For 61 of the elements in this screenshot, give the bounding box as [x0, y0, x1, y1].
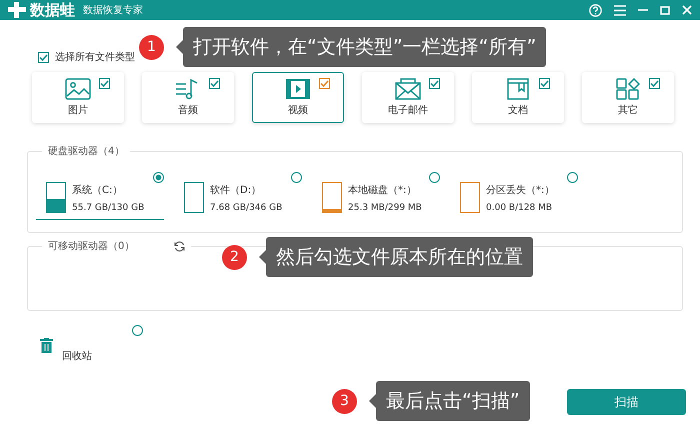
instruction-tooltip: 打开软件，在“文件类型”一栏选择“所有”: [183, 27, 546, 67]
step-number-badge: 2: [222, 244, 247, 270]
help-icon[interactable]: [589, 4, 602, 16]
recycle-bin-label: 回收站: [62, 350, 92, 363]
drive-size: 0.00 B/128 MB: [486, 203, 554, 213]
drive-size: 25.3 MB/299 MB: [348, 203, 422, 213]
book-icon: [505, 78, 531, 100]
radio-button[interactable]: [567, 172, 578, 183]
trash-bin-icon: [40, 338, 53, 353]
checkbox[interactable]: [99, 78, 110, 89]
file-type-card[interactable]: 图片: [32, 72, 124, 123]
file-type-card[interactable]: 电子邮件: [362, 72, 454, 123]
instruction-tooltip: 最后点击“扫描”: [376, 381, 530, 421]
close-icon[interactable]: [682, 5, 692, 15]
app-subtitle: 数据恢复专家: [83, 4, 143, 17]
file-type-label: 音频: [178, 104, 198, 117]
checkbox[interactable]: [38, 52, 49, 62]
app-name: 数据蛙: [30, 0, 75, 20]
drive-item[interactable]: 软件（D:） 7.68 GB/346 GB: [174, 172, 302, 220]
drive-item[interactable]: 系统（C:） 55.7 GB/130 GB: [36, 172, 164, 220]
drive-item[interactable]: 本地磁盘（*:） 25.3 MB/299 MB: [312, 172, 440, 220]
checkbox[interactable]: [209, 78, 220, 89]
file-type-label: 视频: [288, 104, 308, 117]
drive-name: 系统（C:）: [72, 184, 124, 197]
drive-size: 55.7 GB/130 GB: [72, 203, 144, 213]
panel-title: 可移动驱动器（0）: [48, 240, 134, 253]
radio-button[interactable]: [132, 325, 143, 336]
envelope-icon: [395, 78, 421, 100]
cross-logo-icon: [8, 2, 26, 18]
file-type-label: 图片: [68, 104, 88, 117]
checkbox[interactable]: [539, 78, 550, 89]
file-type-card[interactable]: 视频: [252, 72, 344, 123]
file-type-label: 电子邮件: [388, 104, 428, 117]
file-type-label: 文档: [508, 104, 528, 117]
drive-size: 7.68 GB/346 GB: [210, 203, 282, 213]
drive-name: 本地磁盘（*:）: [348, 184, 418, 197]
shapes-icon: [616, 78, 640, 100]
panel-title: 硬盘驱动器（4）: [48, 145, 124, 158]
refresh-icon[interactable]: [174, 240, 186, 252]
file-type-label: 其它: [618, 104, 638, 117]
radio-button[interactable]: [429, 172, 440, 183]
step-number-badge: 1: [139, 34, 164, 60]
file-type-card[interactable]: 文档: [472, 72, 564, 123]
menu-icon[interactable]: [614, 4, 626, 16]
drive-item[interactable]: 分区丢失（*:） 0.00 B/128 MB: [450, 172, 578, 220]
drive-name: 软件（D:）: [210, 184, 262, 197]
step-number-badge: 3: [332, 388, 357, 414]
checkbox[interactable]: [319, 78, 330, 89]
film-icon: [285, 78, 311, 100]
picture-icon: [65, 78, 91, 100]
checkbox[interactable]: [649, 78, 660, 89]
file-type-card[interactable]: 音频: [142, 72, 234, 123]
radio-button[interactable]: [291, 172, 302, 183]
radio-button[interactable]: [153, 172, 164, 183]
instruction-tooltip: 然后勾选文件原本所在的位置: [266, 237, 533, 277]
file-type-card[interactable]: 其它: [582, 72, 674, 123]
checkbox[interactable]: [429, 78, 440, 89]
drive-name: 分区丢失（*:）: [486, 184, 554, 197]
maximize-icon[interactable]: [660, 6, 670, 14]
select-all-label: 选择所有文件类型: [55, 50, 135, 64]
scan-button[interactable]: 扫描: [567, 389, 686, 415]
